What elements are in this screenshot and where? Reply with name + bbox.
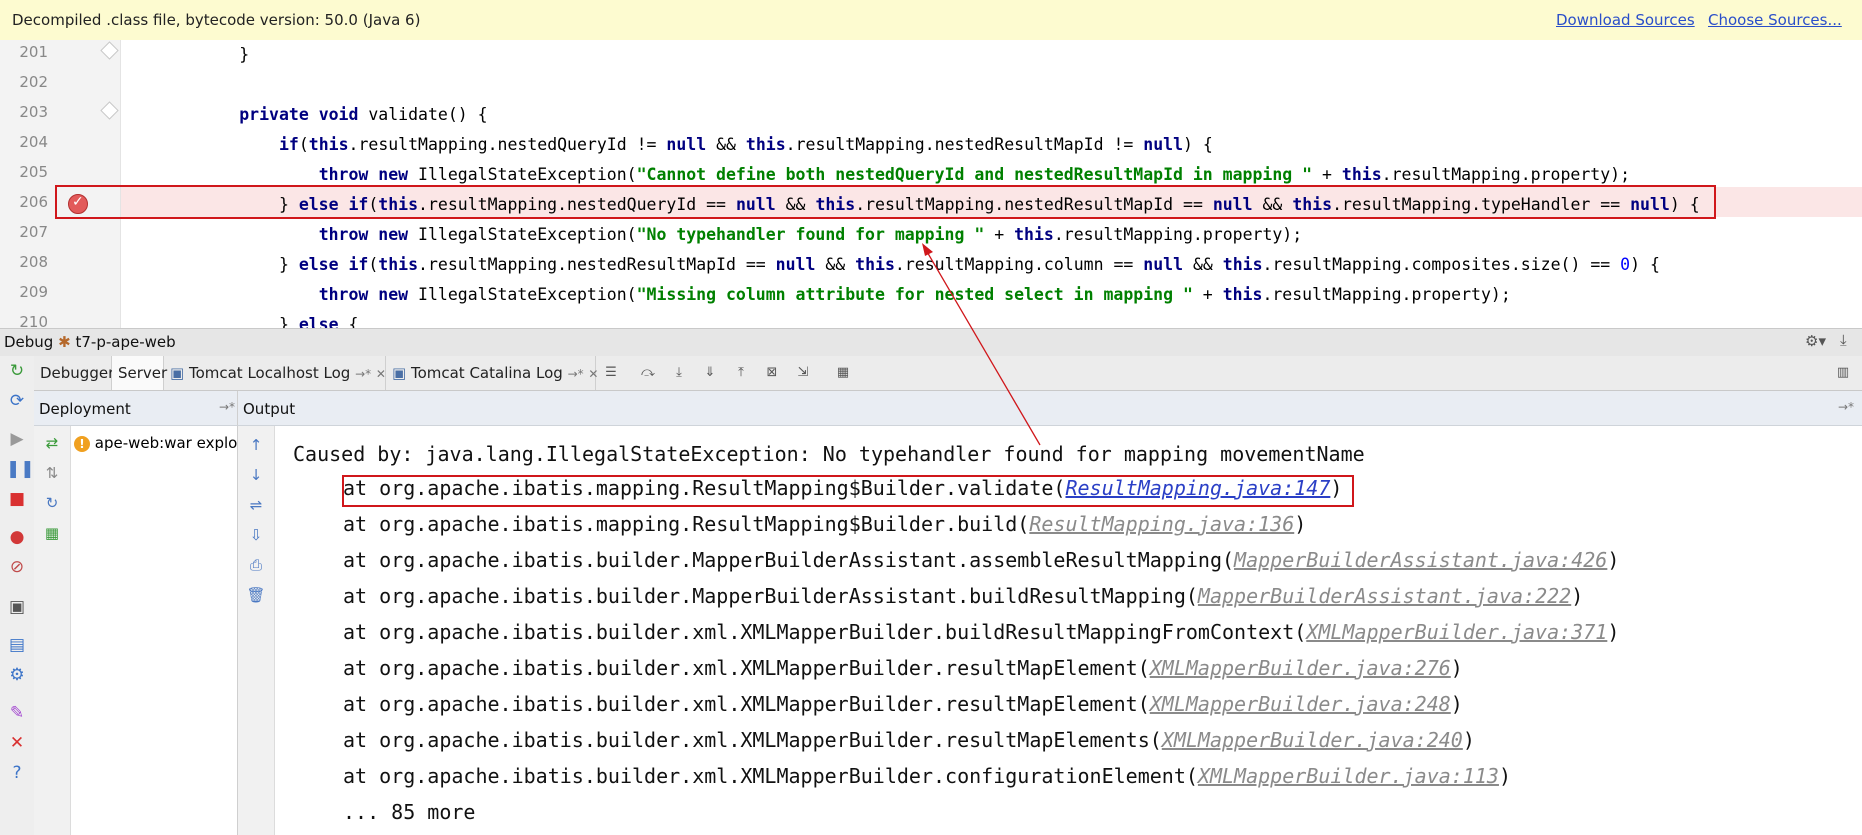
annotation-arrow <box>922 243 1041 446</box>
